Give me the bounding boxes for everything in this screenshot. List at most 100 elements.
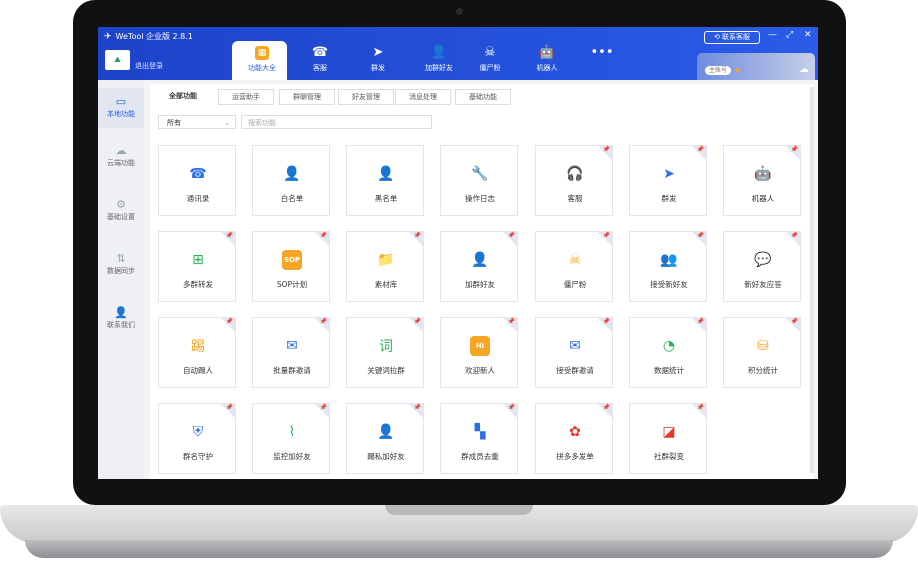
- restore-icon[interactable]: ⤢: [786, 30, 793, 40]
- pin-icon[interactable]: 📌: [508, 318, 515, 325]
- feature-label: 关键词拉群: [367, 366, 405, 375]
- nav-tab-1[interactable]: ☎ 客服: [292, 43, 348, 79]
- pin-icon[interactable]: 📌: [226, 318, 233, 325]
- pin-icon[interactable]: 📌: [320, 318, 327, 325]
- sidebar-item-4[interactable]: 👤 联系我们: [98, 305, 144, 341]
- feature-card[interactable]: 📌 ⌇ 监控加好友: [252, 403, 330, 474]
- pin-icon[interactable]: 📌: [508, 404, 515, 411]
- pin-icon[interactable]: 📌: [697, 146, 704, 153]
- scrollbar[interactable]: [810, 87, 814, 473]
- feature-icon: SOP: [282, 250, 302, 270]
- search-input[interactable]: 搜索功能: [241, 115, 432, 129]
- feature-icon: 📁: [377, 252, 395, 268]
- nav-tab-label: 群发: [371, 64, 385, 72]
- nav-tab-6[interactable]: •••: [574, 43, 630, 79]
- feature-card[interactable]: 📌 词关键词拉群: [346, 317, 424, 388]
- feature-card[interactable]: 👤 黑名单: [346, 145, 424, 216]
- feature-card[interactable]: 📌 Hi 欢迎新人: [440, 317, 518, 388]
- feature-card[interactable]: 📌 🎧 客服: [535, 145, 613, 216]
- pin-icon[interactable]: 📌: [226, 232, 233, 239]
- category-select[interactable]: 所有 ⌄: [158, 115, 236, 129]
- feature-label: 操作日志: [465, 194, 495, 203]
- sub-tab-3[interactable]: 好友管理: [338, 89, 394, 105]
- feature-card[interactable]: 📌 ☠ 僵尸粉: [535, 231, 613, 302]
- sub-tab-0[interactable]: 全部功能: [156, 89, 210, 103]
- nav-tab-5[interactable]: 🤖 机器人: [519, 43, 575, 79]
- sub-tab-4[interactable]: 消息处理: [395, 89, 451, 105]
- sidebar-item-3[interactable]: ⇅ 数据同步: [98, 251, 144, 287]
- account-panel[interactable]: 主账号 ◆ ☁: [697, 53, 815, 80]
- sub-tab-2[interactable]: 群聊管理: [279, 89, 335, 105]
- feature-icon: ⛨: [192, 424, 204, 440]
- nav-tab-label: 客服: [313, 64, 327, 72]
- logout-link[interactable]: 退出登录: [135, 61, 163, 71]
- pin-icon[interactable]: 📌: [791, 318, 798, 325]
- pin-icon[interactable]: 📌: [791, 232, 798, 239]
- pin-icon[interactable]: 📌: [414, 404, 421, 411]
- feature-icon: 👤: [471, 252, 489, 268]
- pin-icon[interactable]: 📌: [414, 318, 421, 325]
- minimize-icon[interactable]: —: [768, 30, 777, 40]
- nav-tab-icon: 🤖: [538, 45, 556, 60]
- camera: [456, 8, 463, 15]
- feature-card[interactable]: 📌 ✉ 批量群邀请: [252, 317, 330, 388]
- feature-card[interactable]: 📌 ⛁ 积分统计: [723, 317, 801, 388]
- sidebar-item-0[interactable]: ▭ 本地功能: [98, 88, 144, 128]
- feature-card[interactable]: 📌 🤖 机器人: [723, 145, 801, 216]
- pin-icon[interactable]: 📌: [697, 318, 704, 325]
- feature-card[interactable]: 📌 ◔ 数据统计: [629, 317, 707, 388]
- feature-card[interactable]: 📌 📁 素材库: [346, 231, 424, 302]
- feature-card[interactable]: 📌 ▚ 群成员去重: [440, 403, 518, 474]
- feature-card[interactable]: 📌 👥 接受新好友: [629, 231, 707, 302]
- feature-label: 监控加好友: [273, 452, 311, 461]
- feature-card[interactable]: 📌 ⊞ 多群转发: [158, 231, 236, 302]
- sub-tab-1[interactable]: 运营助手: [218, 89, 274, 105]
- pin-icon[interactable]: 📌: [226, 404, 233, 411]
- feature-icon: ➤: [663, 166, 675, 182]
- feature-card[interactable]: 🔧 操作日志: [440, 145, 518, 216]
- pin-icon[interactable]: 📌: [603, 404, 610, 411]
- feature-card[interactable]: 📌 SOP SOP计划: [252, 231, 330, 302]
- sidebar-item-1[interactable]: ☁ 云端功能: [98, 143, 144, 179]
- feature-card[interactable]: 📌 ✉ 接受群邀请: [535, 317, 613, 388]
- feature-icon: ✿: [569, 424, 581, 440]
- feature-card[interactable]: 👤 白名单: [252, 145, 330, 216]
- feature-card[interactable]: 📌 💬 新好友应答: [723, 231, 801, 302]
- feature-card[interactable]: 📌 踢自动踢人: [158, 317, 236, 388]
- feature-card[interactable]: 📌 👤 踢私加好友: [346, 403, 424, 474]
- sidebar-item-label: 本地功能: [107, 110, 135, 118]
- pin-icon[interactable]: 📌: [603, 318, 610, 325]
- feature-card[interactable]: 📌 ✿ 拼多多发单: [535, 403, 613, 474]
- pin-icon[interactable]: 📌: [508, 232, 515, 239]
- pin-icon[interactable]: 📌: [320, 232, 327, 239]
- sidebar-item-label: 基础设置: [107, 213, 135, 221]
- pin-icon[interactable]: 📌: [697, 232, 704, 239]
- sub-tab-5[interactable]: 基础功能: [455, 89, 511, 105]
- sidebar-item-2[interactable]: ⚙ 基础设置: [98, 197, 144, 233]
- feature-label: 素材库: [374, 280, 398, 289]
- cloud-icon: ☁: [799, 64, 809, 75]
- feature-card[interactable]: 📌 ⛨ 群名守护: [158, 403, 236, 474]
- pin-icon[interactable]: 📌: [603, 232, 610, 239]
- feature-card[interactable]: 📌 👤 加群好友: [440, 231, 518, 302]
- pin-icon[interactable]: 📌: [414, 232, 421, 239]
- feature-label: 群成员去重: [461, 452, 499, 461]
- feature-card[interactable]: 📌 ◪ 社群裂变: [629, 403, 707, 474]
- pin-icon[interactable]: 📌: [603, 146, 610, 153]
- pin-icon[interactable]: 📌: [791, 146, 798, 153]
- feature-card[interactable]: ☎ 通讯录: [158, 145, 236, 216]
- nav-tab-0[interactable]: ▦ 功能大全: [234, 43, 290, 79]
- sidebar-icon: ▭: [115, 95, 127, 108]
- nav-tab-3[interactable]: 👤 加群好友: [411, 43, 467, 79]
- pin-icon[interactable]: 📌: [320, 404, 327, 411]
- feature-icon: ◔: [662, 338, 676, 354]
- pin-icon[interactable]: 📌: [697, 404, 704, 411]
- feature-card[interactable]: 📌 ➤ 群发: [629, 145, 707, 216]
- nav-tab-4[interactable]: ☠ 僵尸粉: [462, 43, 518, 79]
- nav-tab-icon: ☠: [484, 45, 496, 60]
- nav-tab-label: 僵尸粉: [479, 64, 501, 72]
- nav-tab-2[interactable]: ➤ 群发: [350, 43, 406, 79]
- support-button[interactable]: ⟲ 联系客服: [704, 31, 760, 44]
- feature-label: 机器人: [751, 194, 775, 203]
- close-icon[interactable]: ✕: [804, 30, 812, 40]
